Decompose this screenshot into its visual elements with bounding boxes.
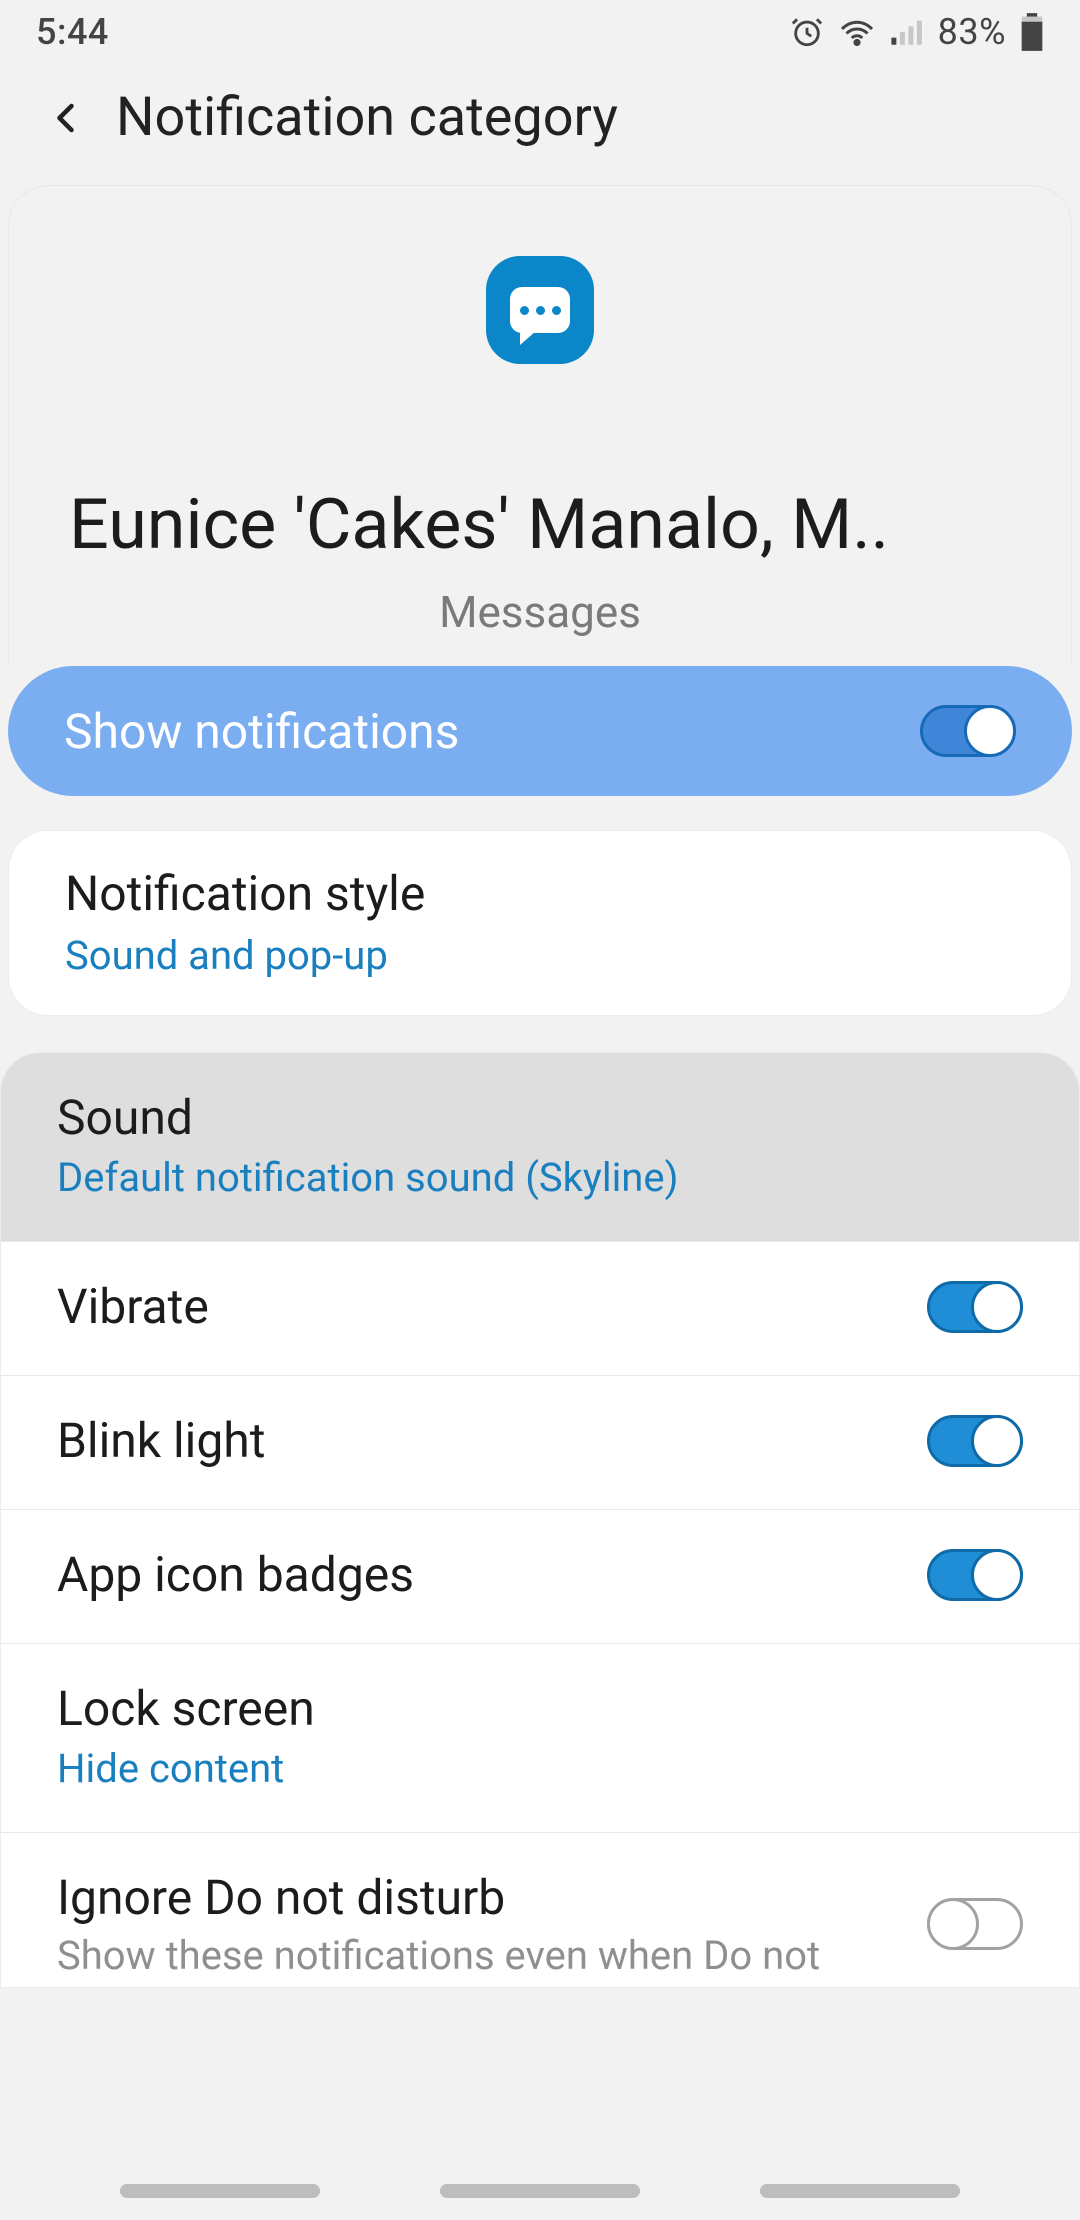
vibrate-toggle[interactable]	[927, 1281, 1023, 1333]
sound-title: Sound	[57, 1089, 1023, 1146]
hero-card: Eunice 'Cakes' Manalo, M.. Messages	[8, 185, 1072, 666]
lock-screen-value: Hide content	[57, 1745, 1023, 1792]
wifi-icon	[838, 17, 876, 47]
app-icon-badges-title: App icon badges	[57, 1546, 927, 1603]
app-icon-badges-row[interactable]: App icon badges	[1, 1510, 1079, 1644]
page-title: Notification category	[116, 86, 618, 149]
status-right: 83%	[790, 11, 1044, 53]
battery-percentage: 83%	[938, 11, 1006, 53]
settings-panel: Sound Default notification sound (Skylin…	[0, 1052, 1080, 1988]
nav-recents[interactable]	[120, 2184, 320, 2198]
vibrate-title: Vibrate	[57, 1278, 927, 1335]
navigation-bar[interactable]	[0, 2176, 1080, 2206]
lock-screen-row[interactable]: Lock screen Hide content	[1, 1644, 1079, 1833]
vibrate-row[interactable]: Vibrate	[1, 1242, 1079, 1376]
sound-value: Default notification sound (Skyline)	[57, 1154, 1023, 1201]
alarm-icon	[790, 15, 824, 49]
ignore-dnd-title: Ignore Do not disturb	[57, 1869, 927, 1926]
messages-app-icon	[486, 256, 594, 364]
contact-name: Eunice 'Cakes' Manalo, M..	[9, 484, 1071, 586]
page-header: Notification category	[0, 64, 1080, 185]
sound-row[interactable]: Sound Default notification sound (Skylin…	[1, 1053, 1079, 1242]
nav-home[interactable]	[440, 2184, 640, 2198]
ignore-dnd-row[interactable]: Ignore Do not disturb Show these notific…	[1, 1833, 1079, 1987]
battery-icon	[1020, 13, 1044, 51]
back-button[interactable]	[42, 93, 92, 143]
blink-light-row[interactable]: Blink light	[1, 1376, 1079, 1510]
ignore-dnd-description: Show these notifications even when Do no…	[57, 1932, 927, 1979]
app-name-label: Messages	[9, 586, 1071, 666]
notification-style-row[interactable]: Notification style Sound and pop-up	[8, 830, 1072, 1016]
show-notifications-toggle[interactable]	[920, 705, 1016, 757]
show-notifications-row[interactable]: Show notifications	[8, 666, 1072, 796]
status-time: 5:44	[36, 11, 109, 53]
ignore-dnd-toggle[interactable]	[927, 1898, 1023, 1950]
notification-style-title: Notification style	[65, 865, 1015, 922]
signal-icon	[890, 17, 924, 47]
nav-back[interactable]	[760, 2184, 960, 2198]
notification-style-value: Sound and pop-up	[65, 932, 1015, 979]
lock-screen-title: Lock screen	[57, 1680, 1023, 1737]
blink-light-toggle[interactable]	[927, 1415, 1023, 1467]
app-icon-badges-toggle[interactable]	[927, 1549, 1023, 1601]
show-notifications-label: Show notifications	[64, 703, 459, 760]
status-bar: 5:44 83%	[0, 0, 1080, 64]
blink-light-title: Blink light	[57, 1412, 927, 1469]
